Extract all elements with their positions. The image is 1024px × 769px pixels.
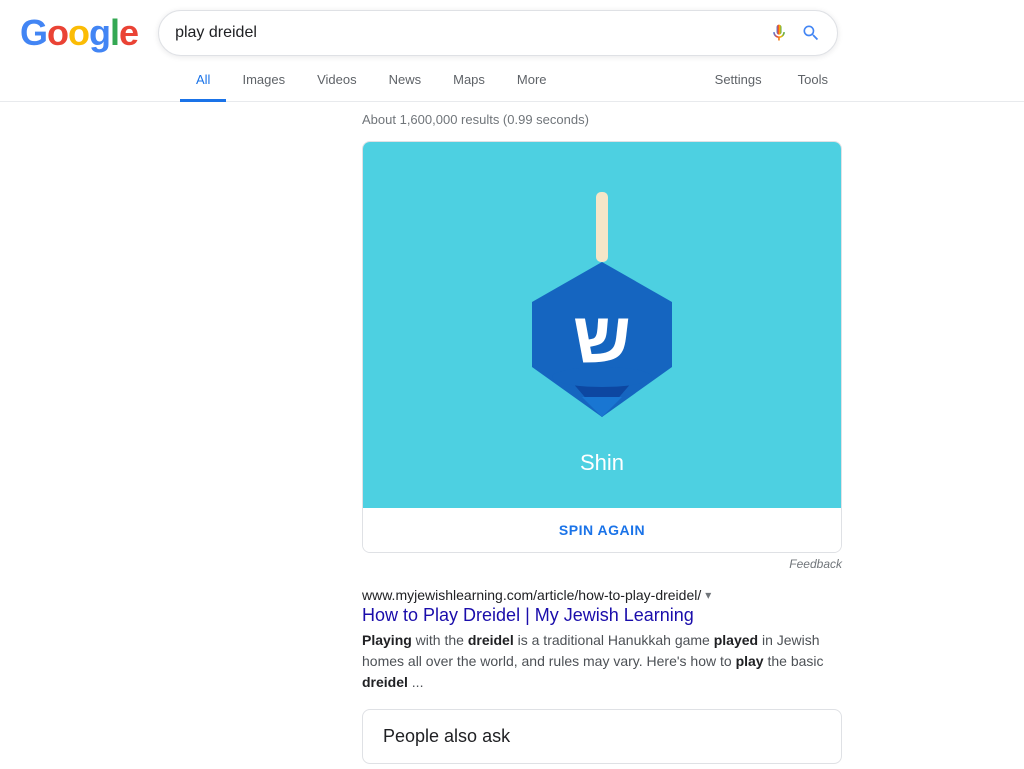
feedback-link[interactable]: Feedback bbox=[362, 557, 842, 571]
tab-videos[interactable]: Videos bbox=[301, 60, 373, 102]
tab-settings[interactable]: Settings bbox=[699, 60, 778, 102]
search-bar: play dreidel bbox=[158, 10, 838, 56]
dreidel-widget: ש Shin SPIN AGAIN bbox=[362, 141, 842, 553]
google-logo[interactable]: Google bbox=[20, 12, 138, 54]
google-logo-link[interactable]: Google bbox=[20, 12, 138, 53]
result-url-line: www.myjewishlearning.com/article/how-to-… bbox=[362, 587, 842, 603]
snippet-bold-2: dreidel bbox=[468, 632, 514, 648]
snippet-bold-3: played bbox=[714, 632, 758, 648]
dreidel-display: ש Shin bbox=[363, 142, 841, 508]
tab-news[interactable]: News bbox=[373, 60, 438, 102]
spin-again-button[interactable]: SPIN AGAIN bbox=[363, 508, 841, 552]
results-count: About 1,600,000 results (0.99 seconds) bbox=[362, 102, 842, 141]
search-icon[interactable] bbox=[801, 23, 821, 43]
snippet-bold-1: Playing bbox=[362, 632, 412, 648]
microphone-icon[interactable] bbox=[769, 23, 789, 43]
tab-images[interactable]: Images bbox=[226, 60, 301, 102]
search-input[interactable]: play dreidel bbox=[175, 24, 769, 42]
snippet-bold-4: play bbox=[736, 653, 764, 669]
people-also-ask-title: People also ask bbox=[383, 726, 821, 747]
main-content: About 1,600,000 results (0.99 seconds) bbox=[182, 102, 842, 764]
logo-e: e bbox=[119, 12, 138, 53]
nav-tabs: All Images Videos News Maps More Setting… bbox=[0, 60, 1024, 102]
tab-more[interactable]: More bbox=[501, 60, 563, 102]
spin-again-label: SPIN AGAIN bbox=[559, 522, 645, 538]
logo-g: G bbox=[20, 12, 47, 53]
tab-all[interactable]: All bbox=[180, 60, 226, 102]
result-url: www.myjewishlearning.com/article/how-to-… bbox=[362, 587, 701, 603]
search-icons bbox=[769, 23, 821, 43]
result-snippet: Playing with the dreidel is a traditiona… bbox=[362, 630, 842, 693]
result-title[interactable]: How to Play Dreidel | My Jewish Learning bbox=[362, 605, 842, 626]
tab-tools[interactable]: Tools bbox=[782, 60, 844, 102]
people-also-ask: People also ask bbox=[362, 709, 842, 764]
dreidel-svg-container: ש Shin bbox=[517, 182, 687, 476]
snippet-bold-5: dreidel bbox=[362, 674, 408, 690]
feedback-label: Feedback bbox=[789, 557, 842, 571]
search-bar-wrapper: play dreidel bbox=[158, 10, 838, 56]
logo-l: l bbox=[110, 12, 119, 53]
logo-o1: o bbox=[47, 12, 68, 53]
logo-g2: g bbox=[89, 12, 110, 53]
header: Google play dreidel bbox=[0, 0, 1024, 56]
dreidel-face-label: Shin bbox=[580, 450, 624, 476]
result-dropdown-icon[interactable]: ▾ bbox=[705, 588, 711, 602]
tab-maps[interactable]: Maps bbox=[437, 60, 501, 102]
search-result: www.myjewishlearning.com/article/how-to-… bbox=[362, 587, 842, 693]
logo-o2: o bbox=[68, 12, 89, 53]
nav-right: Settings Tools bbox=[699, 60, 844, 101]
dreidel-image: ש bbox=[517, 182, 687, 442]
svg-text:ש: ש bbox=[573, 298, 631, 378]
